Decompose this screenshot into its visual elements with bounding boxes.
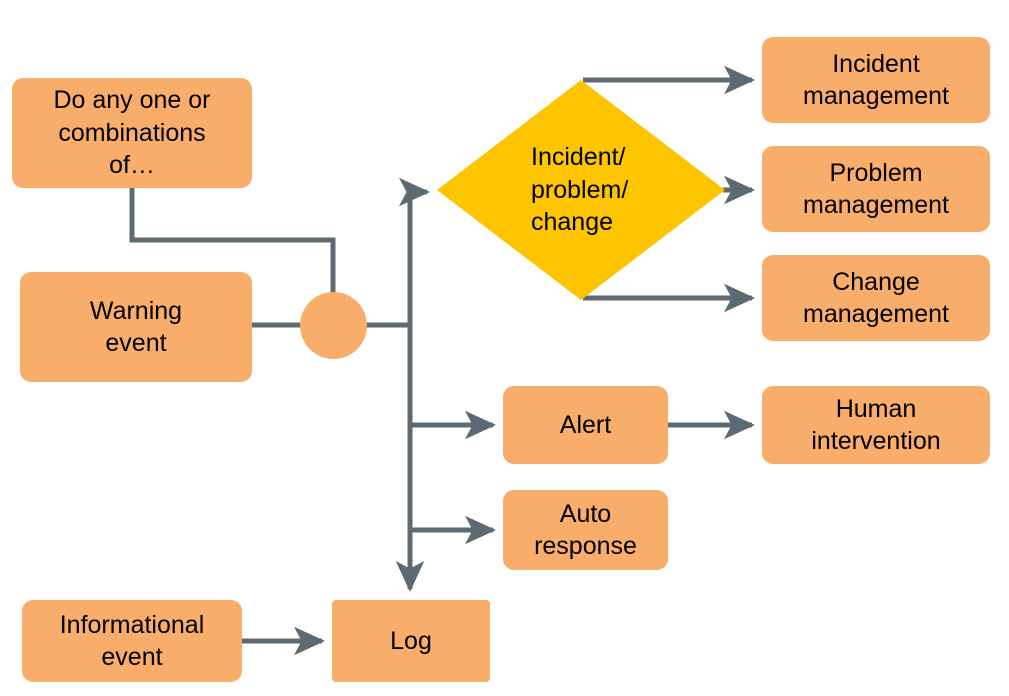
node-label: Change management	[803, 267, 949, 329]
node-label: Warning event	[89, 296, 183, 358]
node-auto-response[interactable]: Auto response	[503, 490, 668, 570]
node-log[interactable]: Log	[332, 600, 490, 682]
node-warning-event[interactable]: Warning event	[20, 272, 252, 382]
node-label: Alert	[559, 410, 612, 439]
node-human-intervention[interactable]: Human intervention	[762, 386, 990, 464]
diagram-canvas: Do any one or combinations of… Warning e…	[0, 0, 1009, 696]
node-alert[interactable]: Alert	[503, 386, 668, 464]
node-do-any-one-or-combinations[interactable]: Do any one or combinations of…	[12, 78, 252, 188]
node-decision-incident-problem-change[interactable]: Incident/ problem/ change	[437, 80, 725, 300]
node-change-management[interactable]: Change management	[762, 255, 990, 341]
node-label: Do any one or combinations of…	[53, 86, 211, 180]
node-label: Log	[390, 626, 432, 655]
node-label: Incident management	[803, 49, 949, 111]
node-label: Informational event	[59, 610, 205, 672]
node-label: Human intervention	[811, 394, 941, 456]
node-incident-management[interactable]: Incident management	[762, 37, 990, 123]
node-informational-event[interactable]: Informational event	[22, 600, 242, 682]
node-problem-management[interactable]: Problem management	[762, 146, 990, 232]
node-label: Auto response	[534, 499, 637, 561]
node-junction-connector[interactable]	[300, 292, 367, 359]
node-label: Incident/ problem/ change	[531, 143, 629, 237]
node-label: Problem management	[803, 158, 949, 220]
